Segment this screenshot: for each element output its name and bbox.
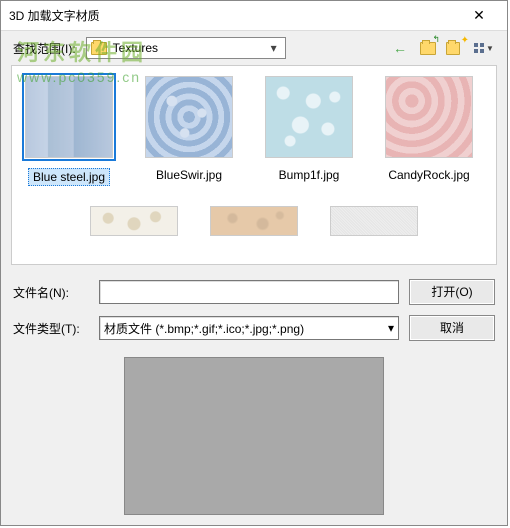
file-list-panel[interactable]: Blue steel.jpg BlueSwir.jpg Bump1f.jpg Cand… (11, 65, 497, 265)
thumbnail-label: Blue steel.jpg (28, 168, 110, 186)
folder-name: Textures (113, 41, 267, 55)
file-thumbnail[interactable]: Bump1f.jpg (258, 76, 360, 186)
sparkle-icon: ✦ (461, 35, 469, 46)
folder-icon (91, 42, 107, 55)
thumbnail-image (210, 206, 298, 236)
up-one-level-button[interactable]: ↰ (417, 37, 439, 59)
thumbnail-image (385, 76, 473, 158)
filetype-label: 文件类型(T): (13, 320, 89, 337)
up-arrow-icon: ↰ (432, 34, 440, 45)
form-area: 文件名(N): 打开(O) 文件类型(T): 材质文件 (*.bmp;*.gif… (1, 271, 507, 349)
folder-icon (446, 42, 460, 55)
thumbnail-label: BlueSwir.jpg (156, 168, 222, 182)
arrow-left-icon: ← (393, 40, 407, 56)
filename-label: 文件名(N): (13, 284, 89, 301)
chevron-down-icon: ▾ (388, 321, 394, 335)
toolbar: 查找范围(I): Textures ▾ ← ↰ ✦ ▼ (1, 31, 507, 65)
file-thumbnail[interactable]: BlueSwir.jpg (138, 76, 240, 186)
titlebar: 3D 加载文字材质 ✕ (1, 1, 507, 31)
thumbnail-image (25, 76, 113, 158)
grid-icon (474, 43, 484, 53)
thumbnail-image (145, 76, 233, 158)
file-dialog: 3D 加载文字材质 ✕ 查找范围(I): Textures ▾ ← ↰ ✦ ▼ … (0, 0, 508, 526)
view-menu-button[interactable]: ▼ (473, 37, 495, 59)
file-thumbnail[interactable] (203, 206, 305, 236)
thumbnail-label: Bump1f.jpg (279, 168, 340, 182)
file-thumbnail[interactable]: Blue steel.jpg (18, 76, 120, 186)
cancel-button[interactable]: 取消 (409, 315, 495, 341)
filename-input[interactable] (99, 280, 399, 304)
back-button[interactable]: ← (389, 37, 411, 59)
thumbnail-image (265, 76, 353, 158)
thumbnail-label: CandyRock.jpg (388, 168, 469, 182)
new-folder-button[interactable]: ✦ (445, 37, 467, 59)
chevron-down-icon: ▾ (267, 41, 281, 55)
scope-label: 查找范围(I): (13, 40, 76, 57)
window-title: 3D 加载文字材质 (9, 7, 459, 24)
filetype-combo[interactable]: 材质文件 (*.bmp;*.gif;*.ico;*.jpg;*.png) ▾ (99, 316, 399, 340)
file-thumbnail[interactable] (323, 206, 425, 236)
open-button[interactable]: 打开(O) (409, 279, 495, 305)
close-button[interactable]: ✕ (459, 7, 499, 24)
folder-combo[interactable]: Textures ▾ (86, 37, 286, 59)
file-thumbnail[interactable]: CandyRock.jpg (378, 76, 480, 186)
chevron-down-icon: ▼ (486, 44, 494, 53)
preview-pane (124, 357, 384, 515)
thumbnail-image (90, 206, 178, 236)
filetype-value: 材质文件 (*.bmp;*.gif;*.ico;*.jpg;*.png) (104, 320, 388, 337)
file-thumbnail[interactable] (83, 206, 185, 236)
thumbnail-image (330, 206, 418, 236)
